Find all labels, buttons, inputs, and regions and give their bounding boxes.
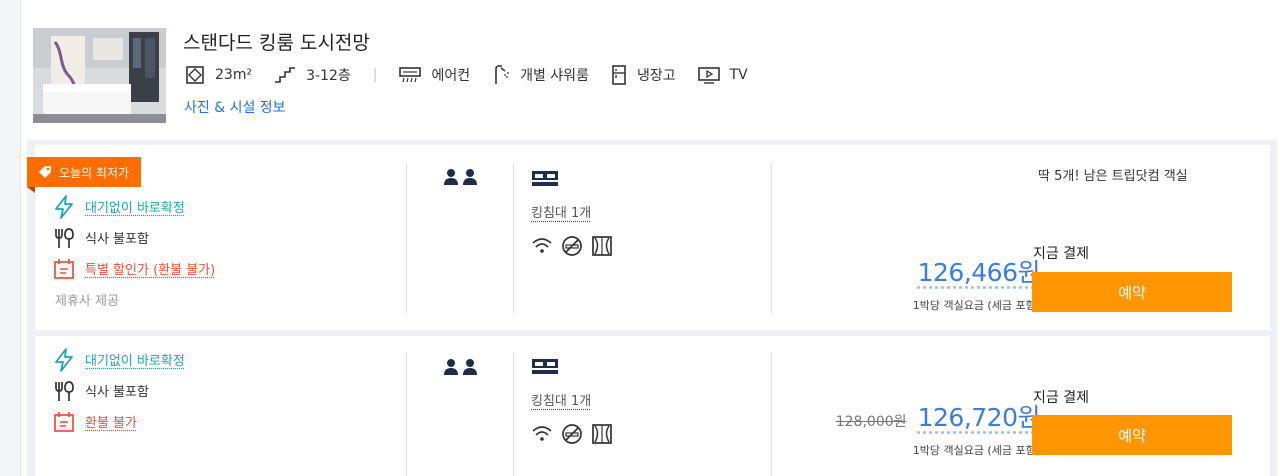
fork-knife-icon [55,227,74,248]
lowest-price-badge: 오늘의 최저가 [27,157,142,187]
aircon-icon [399,67,422,83]
floor-text: 3-12층 [306,68,351,84]
room-amenities: 23m² 3-12층 | 에어컨 개별 샤워룸 냉장고 TV [185,64,770,86]
amenity-tv: TV [697,66,748,84]
reserve-button[interactable]: 예약 [1032,415,1232,455]
amenity-aircon: 에어컨 [399,65,470,85]
occupancy-icon [443,168,479,190]
badge-text: 오늘의 최저가 [59,165,130,180]
bed-icon [532,171,558,186]
price-note: 1박당 객실요금 (세금 포함) [912,299,1040,312]
perk-label: 식사 불포함 [85,232,149,247]
provider-text: 제휴사 제공 [55,294,119,309]
column-divider [406,162,407,314]
offer-row: 오늘의 최저가 대기없이 바로확정 식사 불포함 특별 할인가 (환불 불가) … [27,145,1270,330]
fridge-text: 냉장고 [636,68,676,84]
badge-fold [27,187,35,193]
perk-label: 대기없이 바로확정 [85,354,185,369]
offer-perks: 대기없이 바로확정 식사 불포함 특별 할인가 (환불 불가) 제휴사 제공 [53,191,403,309]
perk-meal: 식사 불포함 [53,375,403,406]
room-facility-icons [531,235,621,257]
column-divider [771,162,772,314]
availability-text: 딱 5개! 남은 트립닷컴 객실 [1038,169,1188,184]
price-value[interactable]: 126,720원 [918,403,1041,432]
wifi-icon [532,426,552,441]
price-block: 128,000원 126,720원 1박당 객실요금 (세금 포함) [835,398,1041,458]
fridge-icon [612,65,626,85]
bed-text[interactable]: 킹침대 1개 [531,202,591,221]
amenity-separator: | [372,67,378,83]
pay-now-label: 지금 결제 [1033,390,1089,406]
column-divider [513,352,514,476]
photo-facility-link[interactable]: 사진 & 시설 정보 [184,97,286,117]
offers-list: 오늘의 최저가 대기없이 바로확정 식사 불포함 특별 할인가 (환불 불가) … [27,140,1277,476]
perk-meal: 식사 불포함 [53,222,403,253]
perk-instant-confirm[interactable]: 대기없이 바로확정 [53,344,403,375]
room-facility-icons [531,423,621,445]
price-value[interactable]: 126,466원 [918,258,1041,287]
tag-icon [39,166,51,178]
shower-icon [495,65,509,84]
no-smoking-icon [562,236,582,256]
calendar-icon [54,411,74,432]
tv-icon [697,67,720,84]
perk-label: 특별 할인가 (환불 불가) [85,263,216,278]
perk-label: 대기없이 바로확정 [85,201,185,216]
perk-instant-confirm[interactable]: 대기없이 바로확정 [53,191,403,222]
original-price: 128,000원 [835,414,907,430]
window-icon [592,424,612,444]
calendar-icon [54,258,74,279]
amenity-size: 23m² [185,65,252,85]
tv-text: TV [729,67,748,83]
column-divider [406,352,407,476]
perk-refund[interactable]: 환불 불가 [53,406,403,437]
lightning-icon [55,194,73,219]
fork-knife-icon [55,380,74,401]
stairs-icon [275,67,296,83]
room-size-icon [186,66,204,84]
bed-icon [532,359,558,374]
room-size-text: 23m² [215,67,253,83]
column-divider [771,352,772,476]
room-thumbnail[interactable] [33,28,166,123]
room-card: 스탠다드 킹룸 도시전망 23m² 3-12층 | 에어컨 개별 샤워룸 냉장고 [20,0,1280,476]
column-divider [513,162,514,314]
pay-now-label: 지금 결제 [1033,246,1089,262]
room-title[interactable]: 스탠다드 킹룸 도시전망 [183,28,370,55]
bed-column: 킹침대 1개 [531,170,621,257]
bed-text[interactable]: 킹침대 1개 [531,390,591,409]
room-header: 스탠다드 킹룸 도시전망 23m² 3-12층 | 에어컨 개별 샤워룸 냉장고 [33,28,1263,138]
offer-perks: 대기없이 바로확정 식사 불포함 환불 불가 [53,344,403,437]
amenity-fridge: 냉장고 [611,65,676,85]
price-block: 126,466원 1박당 객실요금 (세금 포함) [912,253,1041,313]
window-icon [592,236,612,256]
perk-label: 식사 불포함 [85,385,149,400]
offer-row: 대기없이 바로확정 식사 불포함 환불 불가 킹침대 1개 128,000원 1… [35,336,1270,476]
lightning-icon [55,347,73,372]
reserve-button[interactable]: 예약 [1032,272,1232,312]
amenity-shower: 개별 샤워룸 [492,65,589,85]
aircon-text: 에어컨 [431,68,471,84]
shower-text: 개별 샤워룸 [520,68,589,84]
perk-label: 환불 불가 [85,416,137,431]
occupancy-icon [443,358,479,380]
wifi-icon [532,238,552,253]
bed-column: 킹침대 1개 [531,358,621,445]
no-smoking-icon [562,424,582,444]
perk-refund[interactable]: 특별 할인가 (환불 불가) [53,253,403,284]
price-note: 1박당 객실요금 (세금 포함) [912,444,1040,457]
amenity-floor: 3-12층 [274,65,351,85]
